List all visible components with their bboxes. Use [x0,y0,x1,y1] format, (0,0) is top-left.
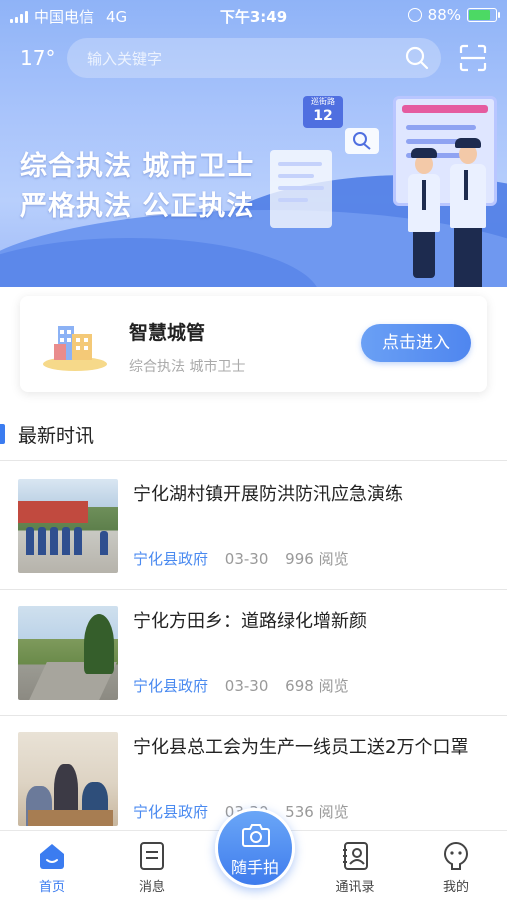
tab-home[interactable]: 首页 [17,831,87,900]
news-title[interactable]: 宁化湖村镇开展防洪防汛应急演练 [133,480,483,509]
news-views: 996 阅览 [285,550,349,568]
news-meta: 宁化县政府 03-30 698 阅览 [133,675,349,696]
hero-banner: 中国电信 4G 下午3:49 88% 17° 输入关键字 巡街路 12 综合执法… [0,0,507,287]
tab-contacts[interactable]: 通讯录 [320,831,390,900]
section-accent-bar [0,424,5,444]
snapshot-label: 随手拍 [230,858,279,877]
tab-label: 通讯录 [335,880,375,895]
status-bar: 中国电信 4G 下午3:49 88% [0,0,507,30]
news-views: 698 阅览 [285,677,349,695]
magnifier-illustration [345,128,379,154]
section-title: 最新时讯 [18,425,95,447]
enter-button[interactable]: 点击进入 [361,324,471,362]
news-source[interactable]: 宁化县政府 [133,803,208,821]
document-illustration [270,150,332,228]
banner-slogan-line1: 综合执法 城市卫士 [20,151,255,182]
news-source[interactable]: 宁化县政府 [133,550,208,568]
news-thumbnail [18,606,118,700]
news-views: 536 阅览 [285,803,349,821]
banner-slogan-line2: 严格执法 公正执法 [20,191,255,222]
sign-number: 12 [313,108,333,124]
news-date: 03-30 [224,550,269,568]
news-thumbnail [18,479,118,573]
battery-icon [467,8,500,22]
news-item[interactable]: 宁化方田乡：道路绿化增新颜 宁化县政府 03-30 698 阅览 [0,589,507,715]
sign-label: 巡街路 [311,97,335,106]
news-item[interactable]: 宁化湖村镇开展防洪防汛应急演练 宁化县政府 03-30 996 阅览 [0,462,507,588]
street-sign-illustration: 巡街路 12 [303,96,343,128]
news-date: 03-30 [224,677,269,695]
snapshot-button[interactable]: 随手拍 [215,808,295,888]
officer-male-illustration [450,138,486,287]
divider [0,460,507,461]
search-row: 17° 输入关键字 [0,38,507,78]
news-source[interactable]: 宁化县政府 [133,677,208,695]
tab-label: 首页 [38,880,65,895]
search-input[interactable]: 输入关键字 [67,38,441,78]
battery-percent: 88% [427,6,461,24]
tab-label: 消息 [138,880,165,895]
camera-icon [242,824,270,847]
card-title: 智慧城管 [129,322,206,344]
news-thumbnail [18,732,118,826]
news-title[interactable]: 宁化方田乡：道路绿化增新颜 [133,607,483,636]
contacts-icon [343,842,368,870]
home-icon [40,844,64,869]
search-placeholder: 输入关键字 [87,50,163,68]
scan-icon[interactable] [459,44,487,76]
rotation-lock-icon [407,8,422,22]
message-icon [140,842,164,870]
temperature: 17° [20,46,56,70]
tab-profile[interactable]: 我的 [421,831,491,900]
smart-city-card[interactable]: 智慧城管 综合执法 城市卫士 点击进入 [20,296,487,392]
news-title[interactable]: 宁化县总工会为生产一线员工送2万个口罩 [133,733,483,762]
tab-messages[interactable]: 消息 [117,831,187,900]
search-icon[interactable] [405,46,429,74]
officer-female-illustration [408,148,440,278]
news-meta: 宁化县政府 03-30 996 阅览 [133,548,349,569]
profile-icon [443,841,469,870]
card-subtitle: 综合执法 城市卫士 [129,359,246,375]
tab-label: 我的 [442,880,469,895]
city-building-icon [43,326,107,371]
